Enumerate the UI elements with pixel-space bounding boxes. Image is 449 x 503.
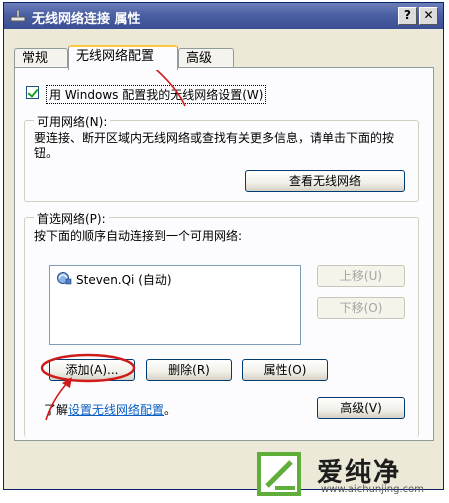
available-networks-description: 要连接、断开区域内无线网络或查找有关更多信息，请单击下面的按钮。 bbox=[34, 131, 395, 160]
preferred-networks-heading: 首选网络(P): bbox=[34, 210, 109, 227]
advanced-button[interactable]: 高级(V) bbox=[317, 397, 405, 419]
tab-general[interactable]: 常规 bbox=[14, 48, 68, 68]
network-name: Steven.Qi (自动) bbox=[76, 273, 172, 287]
windows-config-label[interactable]: 用 Windows 配置我的无线网络设置(W) bbox=[46, 85, 267, 104]
watermark-url: www.aichunjing.com bbox=[321, 484, 424, 495]
preferred-networks-description: 按下面的顺序自动连接到一个可用网络: bbox=[34, 229, 243, 243]
move-down-button[interactable]: 下移(O) bbox=[317, 297, 405, 319]
windows-config-checkbox[interactable] bbox=[26, 86, 39, 99]
wireless-network-icon bbox=[57, 272, 72, 285]
properties-dialog: 无线网络连接 属性 ? ✕ 常规 无线网络配置 高级 用 Windows 配置我… bbox=[3, 2, 444, 490]
site-watermark: 爱纯净 www.aichunjing.com bbox=[255, 448, 445, 500]
properties-button[interactable]: 属性(O) bbox=[242, 359, 328, 381]
remove-button[interactable]: 删除(R) bbox=[146, 359, 232, 381]
checkmark-icon bbox=[27, 86, 39, 98]
close-button[interactable]: ✕ bbox=[419, 7, 438, 25]
learn-more-text: 了解设置无线网络配置。 bbox=[44, 401, 176, 418]
view-wireless-networks-button[interactable]: 查看无线网络 bbox=[245, 170, 405, 192]
available-networks-heading: 可用网络(N): bbox=[34, 113, 111, 130]
tab-advanced[interactable]: 高级 bbox=[178, 48, 234, 68]
help-button[interactable]: ? bbox=[398, 7, 417, 25]
tab-strip: 常规 无线网络配置 高级 bbox=[14, 45, 434, 70]
learn-prefix: 了解 bbox=[44, 403, 69, 417]
preferred-networks-list[interactable]: Steven.Qi (自动) bbox=[49, 265, 301, 345]
network-connection-icon bbox=[10, 9, 26, 22]
title-bar: 无线网络连接 属性 ? ✕ bbox=[4, 3, 443, 29]
move-up-button[interactable]: 上移(U) bbox=[317, 265, 405, 287]
add-button[interactable]: 添加(A)... bbox=[49, 359, 135, 381]
window-title: 无线网络连接 属性 bbox=[32, 12, 141, 27]
learn-more-link[interactable]: 设置无线网络配置 bbox=[68, 403, 164, 417]
learn-suffix: 。 bbox=[164, 403, 177, 417]
logo-icon bbox=[257, 452, 301, 496]
tab-wireless-config[interactable]: 无线网络配置 bbox=[68, 45, 178, 70]
